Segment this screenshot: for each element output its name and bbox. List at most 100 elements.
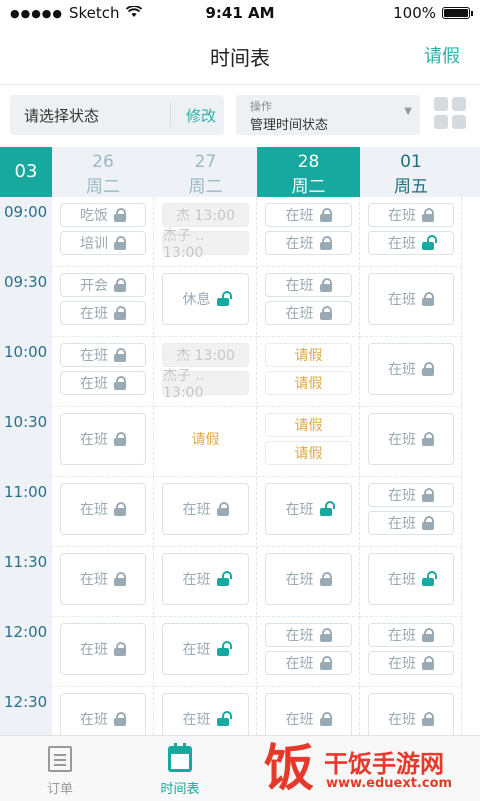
day-header[interactable]: 28 周二	[257, 147, 360, 197]
filter-bar: 请选择状态 修改 操作 管理时间状态 ▼	[0, 85, 480, 147]
time-row: 11:00	[0, 477, 52, 547]
schedule-cell[interactable]: 在班	[368, 231, 454, 255]
schedule-cell[interactable]: 在班	[265, 553, 352, 605]
schedule-cell[interactable]: 在班	[60, 301, 146, 325]
unlock-icon	[216, 641, 232, 656]
unlock-icon	[216, 291, 232, 306]
schedule-cell[interactable]: 在班	[162, 553, 249, 605]
lock-icon	[114, 208, 126, 222]
cell-status: 吃饭	[80, 208, 108, 224]
schedule-cell[interactable]: 杰 13:00	[162, 203, 249, 227]
status-selector[interactable]: 请选择状态 修改	[10, 95, 224, 135]
schedule-cell[interactable]: 开会	[60, 273, 146, 297]
time-slot: 开会 在班	[52, 267, 154, 337]
schedule-cell[interactable]: 在班	[265, 483, 352, 535]
schedule-cell[interactable]: 在班	[265, 651, 352, 675]
time-slot: 在班 在班	[360, 617, 462, 687]
cell-status: 在班	[285, 306, 314, 322]
operation-dropdown[interactable]: 操作 管理时间状态 ▼	[236, 95, 420, 135]
day-number: 01	[400, 152, 422, 172]
cell-status: 请假	[294, 376, 323, 392]
schedule-cell[interactable]: 请假	[265, 343, 352, 367]
tab-schedule[interactable]: 时间表	[120, 736, 240, 801]
tab-orders[interactable]: 订单	[0, 736, 120, 801]
grid-icon	[434, 97, 448, 111]
schedule-cell[interactable]: 请假	[265, 441, 352, 465]
schedule-cell[interactable]: 吃饭	[60, 203, 146, 227]
cell-status: 在班	[80, 712, 108, 728]
cell-status: 在班	[388, 628, 416, 644]
time-slot: 在班	[52, 617, 154, 687]
schedule-cell[interactable]: 请假	[162, 413, 249, 465]
cell-status: 杰 13:00	[176, 208, 235, 224]
schedule-cell[interactable]: 在班	[368, 413, 454, 465]
calendar-header: 03 26 周二 27 周二 28 周二 01 周五	[0, 147, 480, 197]
schedule-cell[interactable]: 在班	[368, 511, 454, 535]
day-number: 28	[297, 152, 320, 172]
schedule-cell[interactable]: 在班	[368, 273, 454, 325]
schedule-cell[interactable]: 在班	[162, 483, 249, 535]
day-column: 杰 13:00 杰子 .. 13:00 休息杰 13:00 杰子 .. 13:00 请假…	[154, 197, 257, 735]
grid-view-button[interactable]	[434, 97, 466, 129]
tab-label: 时间表	[160, 782, 200, 797]
cell-status: 请假	[294, 446, 323, 462]
schedule-cell[interactable]: 在班	[265, 623, 352, 647]
time-slot: 请假	[154, 407, 257, 477]
schedule-cell[interactable]: 在班	[60, 413, 146, 465]
time-slot: 杰 13:00 杰子 .. 13:00	[154, 197, 257, 267]
time-slot: 在班	[360, 267, 462, 337]
schedule-cell[interactable]: 在班	[368, 483, 454, 507]
schedule-cell[interactable]: 请假	[265, 371, 352, 395]
cell-status: 在班	[388, 712, 416, 728]
schedule-cell[interactable]: 在班	[265, 273, 352, 297]
schedule-cell[interactable]: 杰 13:00	[162, 343, 249, 367]
lock-icon	[422, 656, 434, 670]
cell-status: 在班	[80, 572, 108, 588]
watermark-title: 干饭手游网	[324, 750, 444, 778]
time-slot: 在班 在班	[257, 197, 360, 267]
schedule-cell[interactable]: 在班	[162, 623, 249, 675]
schedule-cell[interactable]: 在班	[368, 693, 454, 735]
schedule-cell[interactable]: 在班	[162, 693, 249, 735]
cell-status: 培训	[80, 236, 108, 252]
lock-icon	[319, 208, 332, 222]
schedule-cell[interactable]: 在班	[368, 553, 454, 605]
schedule-cell[interactable]: 杰子 .. 13:00	[162, 368, 249, 401]
time-label: 12:30	[4, 693, 48, 711]
schedule-cell[interactable]: 在班	[60, 623, 146, 675]
schedule-cell[interactable]: 在班	[60, 371, 146, 395]
time-slot: 在班	[360, 687, 462, 735]
schedule-cell[interactable]: 在班	[60, 693, 146, 735]
time-row: 09:00	[0, 197, 52, 267]
schedule-cell[interactable]: 在班	[265, 693, 352, 735]
time-row: 10:00	[0, 337, 52, 407]
lock-icon	[422, 488, 434, 502]
time-row: 12:00	[0, 617, 52, 687]
schedule-cell[interactable]: 请假	[265, 413, 352, 437]
leave-request-button[interactable]: 请假	[424, 42, 460, 68]
day-header[interactable]: 26 周二	[52, 147, 154, 197]
schedule-cell[interactable]: 在班	[265, 203, 352, 227]
schedule-cell[interactable]: 在班	[368, 343, 454, 395]
schedule-cell[interactable]: 在班	[368, 651, 454, 675]
day-header[interactable]: 01 周五	[360, 147, 462, 197]
schedule-cell[interactable]: 在班	[368, 623, 454, 647]
schedule-cell[interactable]: 杰子 .. 13:00	[162, 228, 249, 261]
cell-status: 杰 13:00	[176, 348, 235, 364]
time-row: 11:30	[0, 547, 52, 617]
time-slot: 在班	[360, 547, 462, 617]
schedule-cell[interactable]: 在班	[60, 343, 146, 367]
schedule-cell[interactable]: 在班	[60, 483, 146, 535]
schedule-cell[interactable]: 在班	[265, 301, 352, 325]
lock-icon	[319, 572, 332, 586]
schedule-cell[interactable]: 在班	[265, 231, 352, 255]
day-header[interactable]: 27 周二	[154, 147, 257, 197]
cell-status: 在班	[285, 628, 314, 644]
schedule-cell[interactable]: 在班	[60, 553, 146, 605]
schedule-cell[interactable]: 休息	[162, 273, 249, 325]
schedule-cell[interactable]: 培训	[60, 231, 146, 255]
schedule-cell[interactable]: 在班	[368, 203, 454, 227]
edit-button[interactable]: 修改	[186, 105, 216, 126]
cell-status: 在班	[388, 236, 416, 252]
cell-status: 在班	[388, 656, 416, 672]
